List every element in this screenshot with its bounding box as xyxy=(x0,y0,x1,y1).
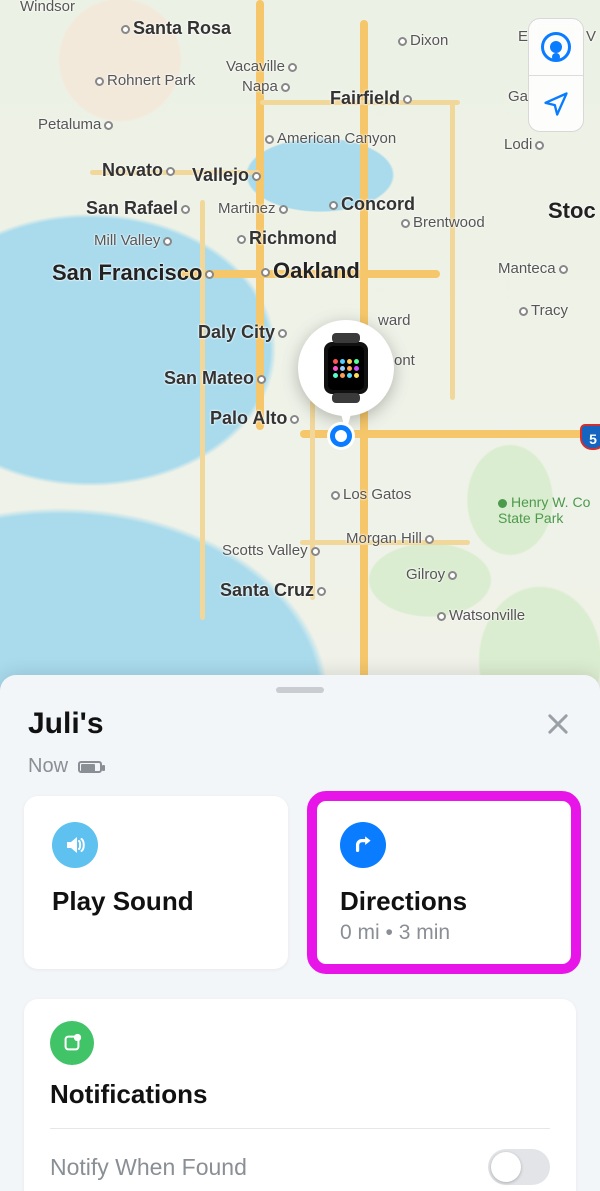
sheet-grabber[interactable] xyxy=(276,687,324,693)
city-san-rafael: San Rafael xyxy=(86,198,193,219)
map-controls xyxy=(528,18,584,132)
road xyxy=(450,100,455,400)
city-novato: Novato xyxy=(102,160,178,181)
bell-icon xyxy=(50,1021,94,1065)
city-oakland: Oakland xyxy=(258,258,360,284)
notifications-heading: Notifications xyxy=(50,1079,550,1129)
city-santa-cruz: Santa Cruz xyxy=(220,580,329,601)
city-mill-valley: Mill Valley xyxy=(94,232,175,249)
highway-shield: 5 xyxy=(580,424,600,450)
city-gilroy: Gilroy xyxy=(406,566,460,583)
park-label: Henry W. Co State Park xyxy=(498,494,590,526)
apple-watch-icon xyxy=(324,342,368,394)
location-arrow-icon xyxy=(542,90,570,118)
profile-button[interactable] xyxy=(529,19,583,75)
city-san-mateo: San Mateo xyxy=(164,368,269,389)
city-concord: Concord xyxy=(326,194,415,215)
notifications-panel: Notifications Notify When Found xyxy=(24,999,576,1191)
city-lodi: Lodi xyxy=(504,136,547,153)
person-circle-icon xyxy=(541,32,571,62)
city-ont: ont xyxy=(394,352,415,369)
device-pin[interactable] xyxy=(298,320,394,416)
city-american-canyon: American Canyon xyxy=(262,130,396,147)
city-petaluma: Petaluma xyxy=(38,116,116,133)
device-sheet[interactable]: Juli's Now Play Sound Directions 0 mi • … xyxy=(0,675,600,1191)
notify-when-found-row[interactable]: Notify When Found xyxy=(50,1129,550,1191)
directions-icon xyxy=(340,822,386,868)
play-sound-label: Play Sound xyxy=(52,886,260,917)
notify-toggle[interactable] xyxy=(488,1149,550,1185)
device-status: Now xyxy=(0,741,600,796)
current-location-dot xyxy=(330,425,352,447)
recenter-button[interactable] xyxy=(529,75,583,131)
city-napa: Napa xyxy=(242,78,293,95)
road xyxy=(310,400,315,600)
city-vacaville: Vacaville xyxy=(226,58,300,75)
city-santa-rosa: Santa Rosa xyxy=(118,18,231,39)
directions-card[interactable]: Directions 0 mi • 3 min xyxy=(312,796,576,969)
status-time: Now xyxy=(28,755,68,778)
city-daly-city: Daly City xyxy=(198,322,290,343)
play-sound-card[interactable]: Play Sound xyxy=(24,796,288,969)
city-scotts-valley: Scotts Valley xyxy=(222,542,323,559)
city-san-francisco: San Francisco xyxy=(52,260,217,286)
city-rohnert-park: Rohnert Park xyxy=(92,72,195,89)
directions-label: Directions xyxy=(340,886,548,917)
city-stoc: Stoc xyxy=(548,198,596,224)
close-button[interactable] xyxy=(544,710,572,738)
city-martinez: Martinez xyxy=(218,200,291,217)
city-windsor: Windsor xyxy=(20,0,75,15)
device-title: Juli's xyxy=(28,707,104,741)
speaker-icon xyxy=(52,822,98,868)
city-palo-alto: Palo Alto xyxy=(210,408,302,429)
city-v: V xyxy=(586,28,596,45)
city-dixon: Dixon xyxy=(395,32,448,49)
city-manteca: Manteca xyxy=(498,260,571,277)
city-e: E xyxy=(518,28,528,45)
city-ga: Ga xyxy=(508,88,528,105)
battery-icon xyxy=(78,761,102,773)
city-watsonville: Watsonville xyxy=(434,607,525,624)
city-fairfield: Fairfield xyxy=(330,88,415,109)
notify-when-found-label: Notify When Found xyxy=(50,1154,247,1181)
city-brentwood: Brentwood xyxy=(398,214,485,231)
city-vallejo: Vallejo xyxy=(192,165,264,186)
map-canvas[interactable]: Windsor Santa Rosa Dixon E V Vacaville R… xyxy=(0,0,600,700)
city-tracy: Tracy xyxy=(516,302,568,319)
city-morgan-hill: Morgan Hill xyxy=(346,530,437,547)
city-richmond: Richmond xyxy=(234,228,337,249)
directions-meta: 0 mi • 3 min xyxy=(340,921,548,945)
city-los-gatos: Los Gatos xyxy=(328,486,411,503)
